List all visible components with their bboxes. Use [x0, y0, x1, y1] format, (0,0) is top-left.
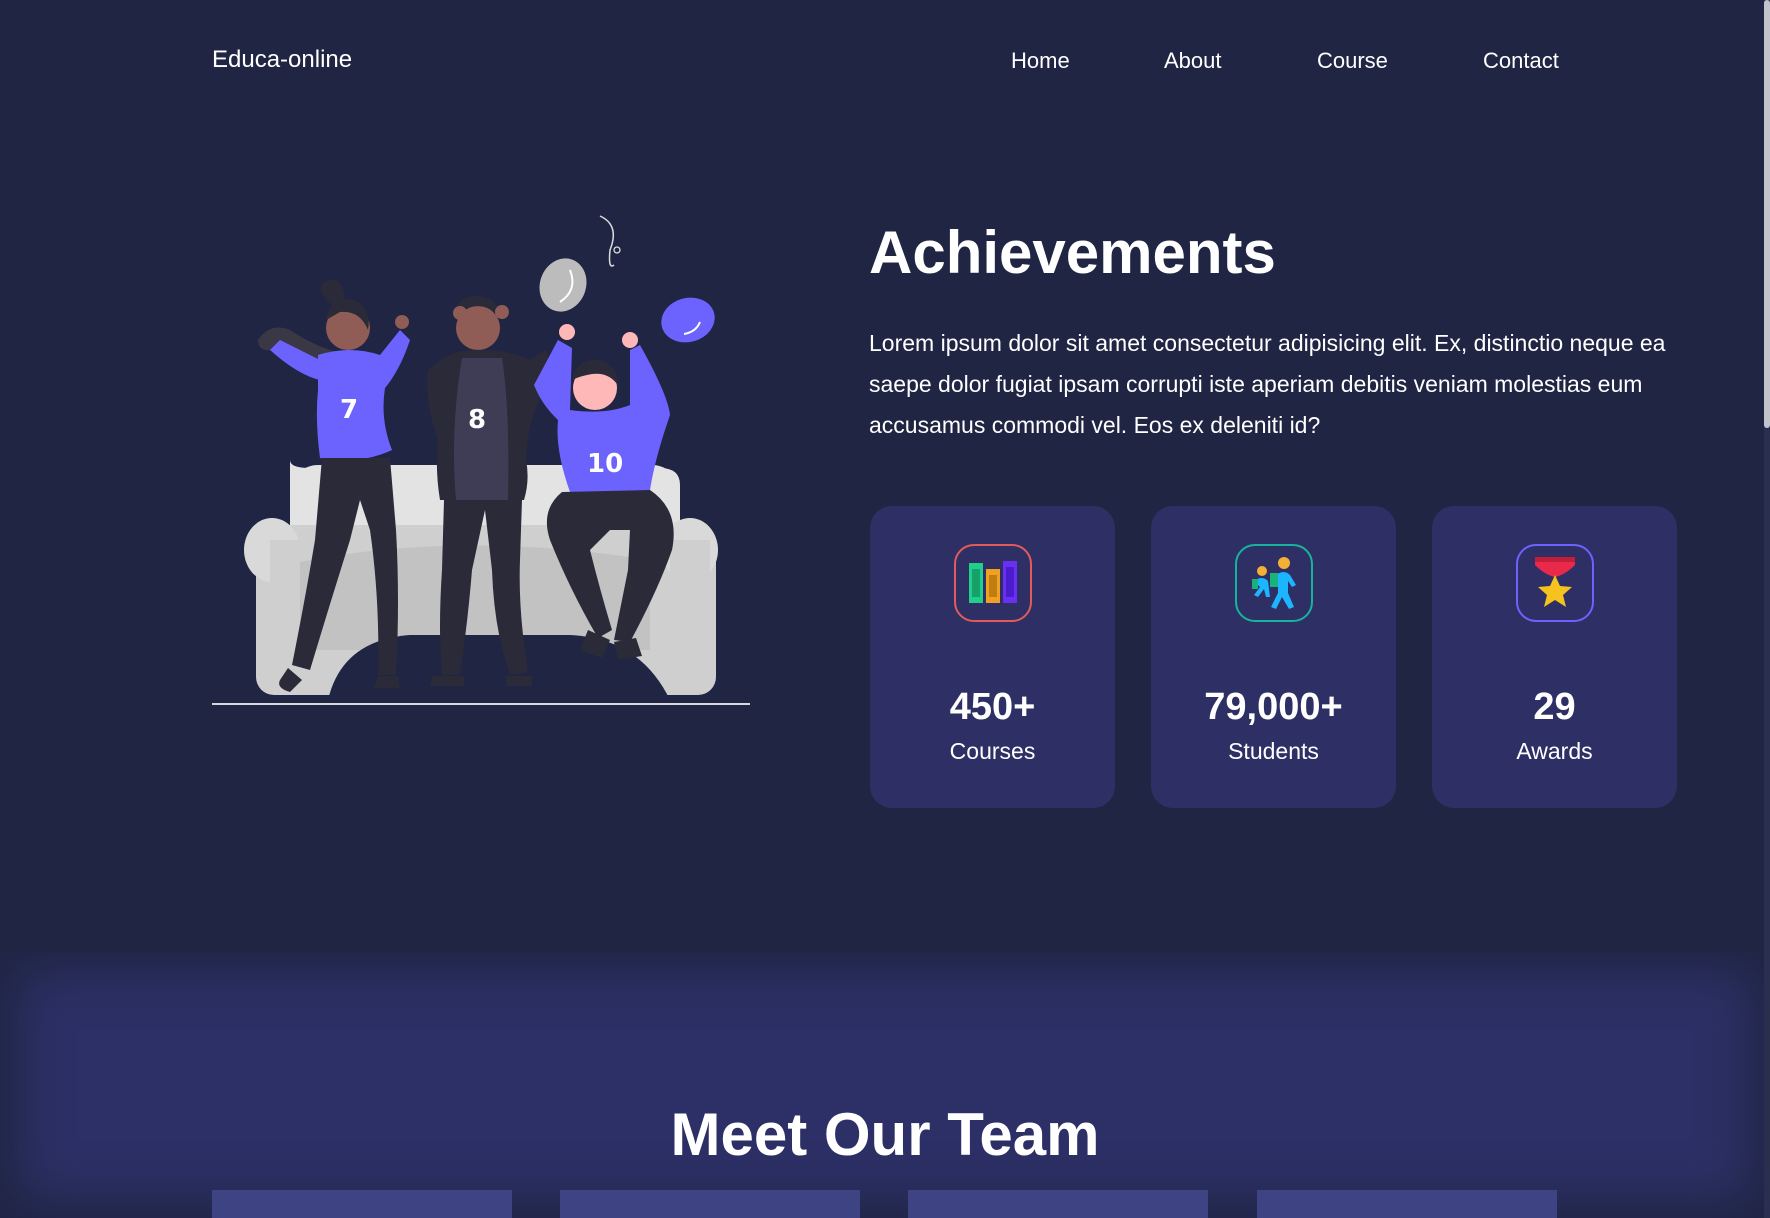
svg-text:7: 7 [340, 395, 358, 425]
celebration-illustration: 7 8 10 [212, 215, 750, 705]
achievements-title: Achievements [869, 219, 1276, 286]
stat-card-awards: 29 Awards [1432, 506, 1677, 808]
team-section: Meet Our Team [0, 952, 1770, 1218]
nav-link-about[interactable]: About [1164, 48, 1222, 74]
stat-label-awards: Awards [1516, 738, 1593, 764]
stat-label-students: Students [1228, 738, 1319, 764]
page: Educa-online Home About Course Contact 7… [0, 0, 1770, 1218]
medal-icon [1516, 544, 1594, 622]
achievements-description: Lorem ipsum dolor sit amet consectetur a… [869, 330, 1666, 438]
books-icon [954, 544, 1032, 622]
stat-value-students: 79,000+ [1204, 686, 1343, 728]
nav-link-contact[interactable]: Contact [1483, 48, 1559, 74]
team-card[interactable] [560, 1190, 860, 1218]
nav-link-course[interactable]: Course [1317, 48, 1388, 74]
navbar: Educa-online Home About Course Contact [0, 0, 1770, 122]
students-walking-icon [1235, 544, 1313, 622]
team-card[interactable] [1257, 1190, 1557, 1218]
stat-value-courses: 450+ [949, 686, 1036, 728]
stat-value-awards: 29 [1533, 686, 1576, 728]
team-title: Meet Our Team [670, 1101, 1100, 1168]
stat-card-courses: 450+ Courses [870, 506, 1115, 808]
brand-logo[interactable]: Educa-online [212, 46, 352, 74]
team-card[interactable] [212, 1190, 512, 1218]
svg-text:10: 10 [587, 449, 623, 479]
team-card[interactable] [908, 1190, 1208, 1218]
scrollbar-thumb[interactable] [1764, 0, 1770, 428]
svg-text:8: 8 [468, 405, 486, 435]
stat-label-courses: Courses [949, 738, 1036, 764]
nav-link-home[interactable]: Home [1011, 48, 1070, 74]
stat-card-students: 79,000+ Students [1151, 506, 1396, 808]
